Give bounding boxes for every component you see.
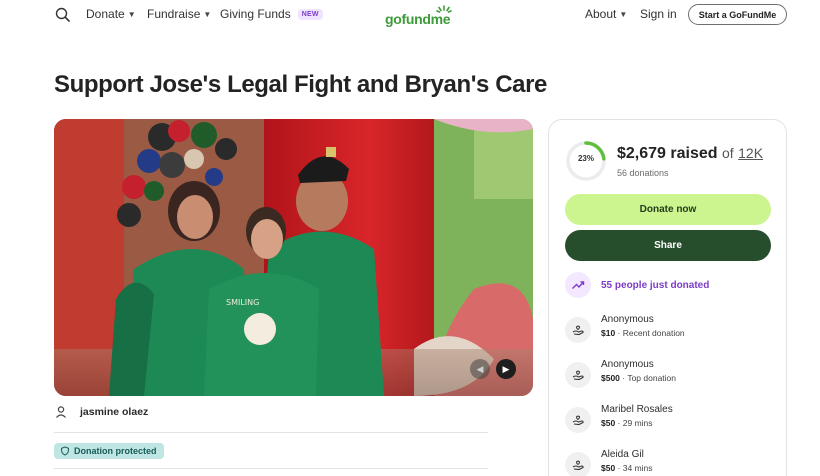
donation-protected-badge[interactable]: Donation protected — [54, 443, 164, 459]
progress-ring: 23% — [565, 140, 607, 182]
donor-note: Recent donation — [622, 328, 685, 338]
donation-hand-icon — [565, 317, 591, 343]
nav-giving-funds-label: Giving Funds — [220, 7, 291, 21]
carousel-prev-button[interactable]: ◀ — [470, 359, 490, 379]
shield-icon — [60, 446, 70, 456]
nav-donate-menu[interactable]: Donate ▼ — [86, 7, 136, 21]
donation-hand-icon — [565, 407, 591, 433]
top-navigation: Donate ▼ Fundraise ▼ Giving Funds NEW go… — [0, 0, 820, 30]
donor-note: 29 mins — [622, 418, 653, 428]
caret-down-icon: ▼ — [127, 9, 136, 19]
campaign-hero-image[interactable]: SMILING ◀ ▶ — [54, 119, 533, 396]
start-gofundme-button[interactable]: Start a GoFundMe — [688, 4, 787, 25]
organizer-name: jasmine olaez — [80, 406, 149, 418]
trend-text: 55 people just donated — [601, 279, 710, 291]
gofundme-logo[interactable]: gofundme — [385, 4, 457, 28]
nav-donate-label: Donate — [86, 7, 125, 21]
donor-amount: $50 — [601, 418, 616, 428]
donation-protected-label: Donation protected — [74, 446, 157, 456]
trending-up-icon — [565, 272, 591, 298]
donor-note: Top donation — [627, 373, 677, 383]
share-button[interactable]: Share — [565, 230, 771, 261]
donor-list-item: Anonymous $10 · Recent donation — [565, 314, 685, 343]
donor-name: Anonymous — [601, 359, 654, 370]
donate-now-button[interactable]: Donate now — [565, 194, 771, 225]
carousel-next-button[interactable]: ▶ — [496, 359, 516, 379]
donor-meta: $500 · Top donation — [601, 373, 677, 383]
user-icon — [56, 406, 66, 418]
nav-fundraise-menu[interactable]: Fundraise ▼ — [147, 7, 211, 21]
donor-amount: $10 — [601, 328, 616, 338]
donor-list-item: Aleida Gil $50 · 34 mins — [565, 449, 653, 476]
donation-hand-icon — [565, 452, 591, 476]
raised-of: of — [721, 145, 734, 161]
family-photo: SMILING — [54, 119, 533, 396]
donor-meta: $50 · 34 mins — [601, 463, 653, 473]
search-icon[interactable] — [54, 6, 72, 24]
progress-percent: 23% — [577, 154, 594, 163]
nav-sign-in-link[interactable]: Sign in — [640, 7, 677, 21]
goal-amount: 12K — [738, 145, 764, 161]
donation-hand-icon — [565, 362, 591, 388]
donor-meta: $10 · Recent donation — [601, 328, 685, 338]
nav-about-label: About — [585, 7, 617, 21]
nav-giving-funds-link[interactable]: Giving Funds NEW — [220, 7, 323, 21]
caret-down-icon: ▼ — [619, 9, 628, 19]
nav-fundraise-label: Fundraise — [147, 7, 201, 21]
donor-amount: $500 — [601, 373, 620, 383]
donor-name: Aleida Gil — [601, 449, 644, 460]
page-title: Support Jose's Legal Fight and Bryan's C… — [54, 71, 547, 98]
donor-name: Maribel Rosales — [601, 404, 673, 415]
donation-count: 56 donations — [617, 168, 669, 178]
donor-note: 34 mins — [622, 463, 653, 473]
caret-down-icon: ▼ — [203, 9, 212, 19]
donor-list-item: Maribel Rosales $50 · 29 mins — [565, 404, 673, 433]
raised-amount: $2,679 raised — [617, 145, 718, 162]
donor-list-item: Anonymous $500 · Top donation — [565, 359, 676, 388]
nav-sign-in-label: Sign in — [640, 7, 677, 21]
raised-summary: $2,679 raised of 12K — [617, 145, 763, 163]
donation-card: 23% $2,679 raised of 12K 56 donations Do… — [548, 119, 787, 476]
recent-donations-trend: 55 people just donated — [565, 272, 709, 298]
logo-sun-icon — [436, 5, 452, 13]
divider — [54, 468, 488, 469]
donor-name: Anonymous — [601, 314, 654, 325]
divider — [54, 432, 488, 433]
donor-meta: $50 · 29 mins — [601, 418, 653, 428]
organizer-row[interactable]: jasmine olaez — [54, 405, 148, 419]
svg-text:SMILING: SMILING — [226, 298, 259, 307]
new-badge: NEW — [297, 8, 323, 20]
donor-amount: $50 — [601, 463, 616, 473]
nav-about-menu[interactable]: About ▼ — [585, 7, 627, 21]
